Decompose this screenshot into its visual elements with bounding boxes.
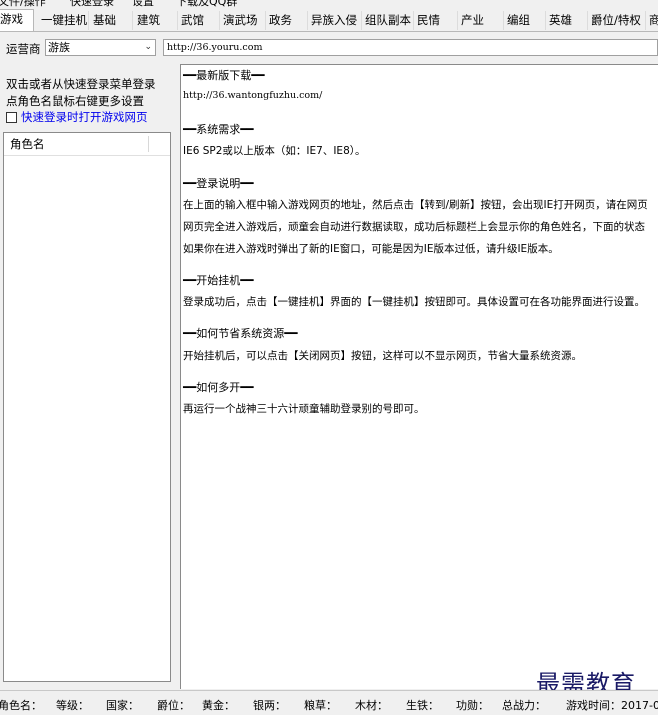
tab-one-key-hangup[interactable]: 一键挂机	[38, 11, 89, 30]
tab-title-privilege[interactable]: 爵位/特权	[588, 11, 646, 30]
column-separator[interactable]	[148, 136, 149, 152]
multi-text: 再运行一个战神三十六计顽童辅助登录别的号即可。	[183, 403, 425, 415]
section-login-title: ━━登录说明━━	[183, 177, 254, 190]
status-bar: 角色名： 等级： 国家： 爵位： 黄金： 银两： 粮草： 木材： 生铁： 功勋：…	[0, 690, 658, 715]
status-title: 爵位：	[157, 699, 190, 712]
tab-shop[interactable]: 商	[646, 11, 658, 30]
tab-team-dungeon[interactable]: 组队副本	[362, 11, 414, 30]
status-power: 总战力：	[502, 699, 546, 712]
tab-game[interactable]: 游戏	[0, 9, 34, 31]
section-download-title: ━━最新版下载━━	[183, 69, 265, 82]
menu-bar: 文件/操作 快速登录 设置 下载及QQ群	[0, 0, 658, 8]
address-bar: 运营商 游族 ⌄ http://36.youru.com	[0, 32, 658, 62]
status-iron: 生铁：	[406, 699, 439, 712]
login-hint-2: 点角色名鼠标右键更多设置	[6, 94, 144, 108]
help-content: ━━最新版下载━━ http://36.wantongfuzhu.com/ ━━…	[180, 64, 658, 689]
open-page-checkbox[interactable]	[6, 111, 17, 123]
operator-value: 游族	[48, 41, 70, 54]
section-requirements-title: ━━系统需求━━	[183, 123, 254, 136]
tab-building[interactable]: 建筑	[134, 11, 178, 30]
login-text-3: 如果你在进入游戏时弹出了新的IE窗口，可能是因为IE版本过低，请升级IE版本。	[183, 243, 559, 255]
status-role: 角色名：	[0, 699, 42, 712]
url-input[interactable]: http://36.youru.com	[163, 39, 658, 56]
status-merit: 功勋：	[456, 699, 489, 712]
tab-formation[interactable]: 编组	[504, 11, 546, 30]
login-hint-1: 双击或者从快速登录菜单登录	[6, 77, 156, 91]
resources-text: 开始挂机后，可以点击【关闭网页】按钮，这样可以不显示网页，节省大量系统资源。	[183, 350, 582, 362]
tab-invasion[interactable]: 异族入侵	[308, 11, 362, 30]
tab-affairs[interactable]: 政务	[266, 11, 308, 30]
requirements-text: IE6 SP2或以上版本（如：IE7、IE8）。	[183, 145, 366, 157]
status-gold: 黄金：	[202, 699, 235, 712]
section-multi-title: ━━如何多开━━	[183, 381, 254, 394]
open-page-checkbox-label[interactable]: 快速登录时打开游戏网页	[21, 109, 148, 125]
tab-public-sentiment[interactable]: 民情	[414, 11, 458, 30]
operator-label: 运营商	[6, 42, 41, 56]
status-game-time: 游戏时间：2017-0	[566, 699, 658, 712]
role-list-header[interactable]: 角色名	[4, 133, 170, 156]
menu-file[interactable]: 文件/操作	[0, 0, 46, 8]
tab-basic[interactable]: 基础	[90, 11, 133, 30]
status-level: 等级：	[56, 699, 89, 712]
download-url: http://36.wantongfuzhu.com/	[183, 90, 323, 101]
status-country: 国家：	[106, 699, 139, 712]
role-list[interactable]: 角色名	[3, 132, 171, 682]
status-silver: 银两：	[253, 699, 286, 712]
status-wood: 木材：	[355, 699, 388, 712]
menu-quick-login[interactable]: 快速登录	[70, 0, 114, 8]
chevron-down-icon: ⌄	[144, 42, 152, 52]
operator-select[interactable]: 游族 ⌄	[45, 39, 156, 56]
menu-settings[interactable]: 设置	[132, 0, 154, 8]
tab-industry[interactable]: 产业	[458, 11, 504, 30]
hangup-text: 登录成功后，点击【一键挂机】界面的【一键挂机】按钮即可。具体设置可在各功能界面进…	[183, 296, 645, 308]
left-panel: 双击或者从快速登录菜单登录 点角色名鼠标右键更多设置 快速登录时打开游戏网页 角…	[0, 64, 177, 689]
login-text-2: 网页完全进入游戏后，顽童会自动进行数据读取，成功后标题栏上会显示你的角色姓名，下…	[183, 221, 645, 233]
login-text-1: 在上面的输入框中输入游戏网页的地址，然后点击【转到/刷新】按钮，会出现IE打开网…	[183, 199, 648, 211]
section-hangup-title: ━━开始挂机━━	[183, 274, 254, 287]
open-page-checkbox-row[interactable]: 快速登录时打开游戏网页	[6, 110, 148, 124]
role-name-column: 角色名	[10, 137, 45, 151]
tab-hero[interactable]: 英雄	[546, 11, 588, 30]
status-food: 粮草：	[304, 699, 337, 712]
tab-arena[interactable]: 演武场	[220, 11, 266, 30]
tab-martial-hall[interactable]: 武馆	[178, 11, 220, 30]
section-resources-title: ━━如何节省系统资源━━	[183, 327, 298, 340]
menu-download-qq[interactable]: 下载及QQ群	[176, 0, 237, 8]
tab-strip: 游戏 一键挂机 基础 建筑 武馆 演武场 政务 异族入侵 组队副本 民情 产业 …	[0, 9, 658, 32]
